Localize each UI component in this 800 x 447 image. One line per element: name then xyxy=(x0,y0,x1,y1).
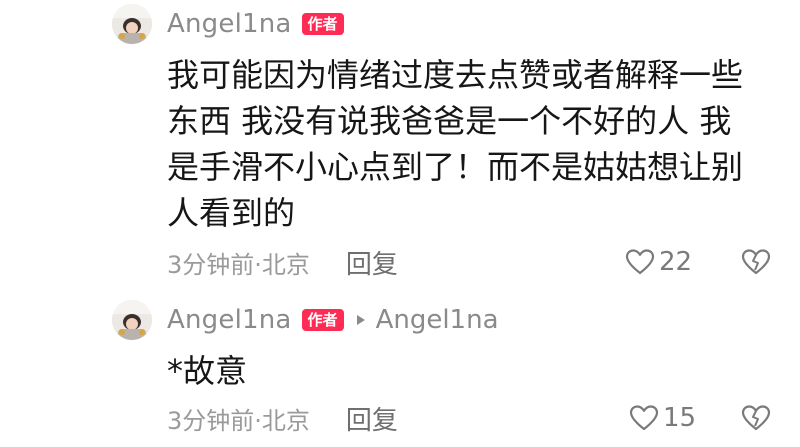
reply-target-username[interactable]: Angel1na xyxy=(376,305,499,335)
username[interactable]: Angel1na xyxy=(167,9,292,39)
like-count: 15 xyxy=(663,403,697,433)
like-count: 22 xyxy=(659,247,693,277)
heart-icon xyxy=(625,249,655,275)
comment-text: 我可能因为情绪过度去点赞或者解释一些东西 我没有说我爸爸是一个不好的人 我是手滑… xyxy=(167,56,744,232)
like-button[interactable]: 22 xyxy=(625,247,692,277)
comment-footer: 3分钟前·北京 回复 22 xyxy=(167,242,777,282)
comment-header: Angel1na 作者 Angel1na xyxy=(167,300,499,340)
like-button[interactable]: 15 xyxy=(629,403,696,433)
timestamp-location: 3分钟前·北京 xyxy=(167,250,310,279)
username[interactable]: Angel1na xyxy=(167,305,292,335)
heart-icon xyxy=(629,405,659,431)
comment-header: Angel1na 作者 xyxy=(167,4,344,44)
play-triangle-icon xyxy=(356,315,365,325)
author-badge: 作者 xyxy=(301,13,344,35)
reply-button[interactable]: 回复 xyxy=(346,400,398,437)
timestamp-location: 3分钟前·北京 xyxy=(167,406,310,435)
comment-text: *故意 xyxy=(167,352,248,390)
avatar[interactable] xyxy=(112,4,152,44)
comment-item: Angel1na 作者 Angel1na *故意 3分钟前·北京 回复 15 xyxy=(0,298,800,447)
comment-item: Angel1na 作者 我可能因为情绪过度去点赞或者解释一些东西 我没有说我爸爸… xyxy=(0,0,800,290)
reply-button[interactable]: 回复 xyxy=(346,244,398,281)
author-badge: 作者 xyxy=(301,309,344,331)
comment-footer: 3分钟前·北京 回复 15 xyxy=(167,398,777,438)
broken-heart-icon[interactable] xyxy=(741,247,771,277)
broken-heart-icon[interactable] xyxy=(741,403,771,433)
avatar[interactable] xyxy=(112,300,152,340)
